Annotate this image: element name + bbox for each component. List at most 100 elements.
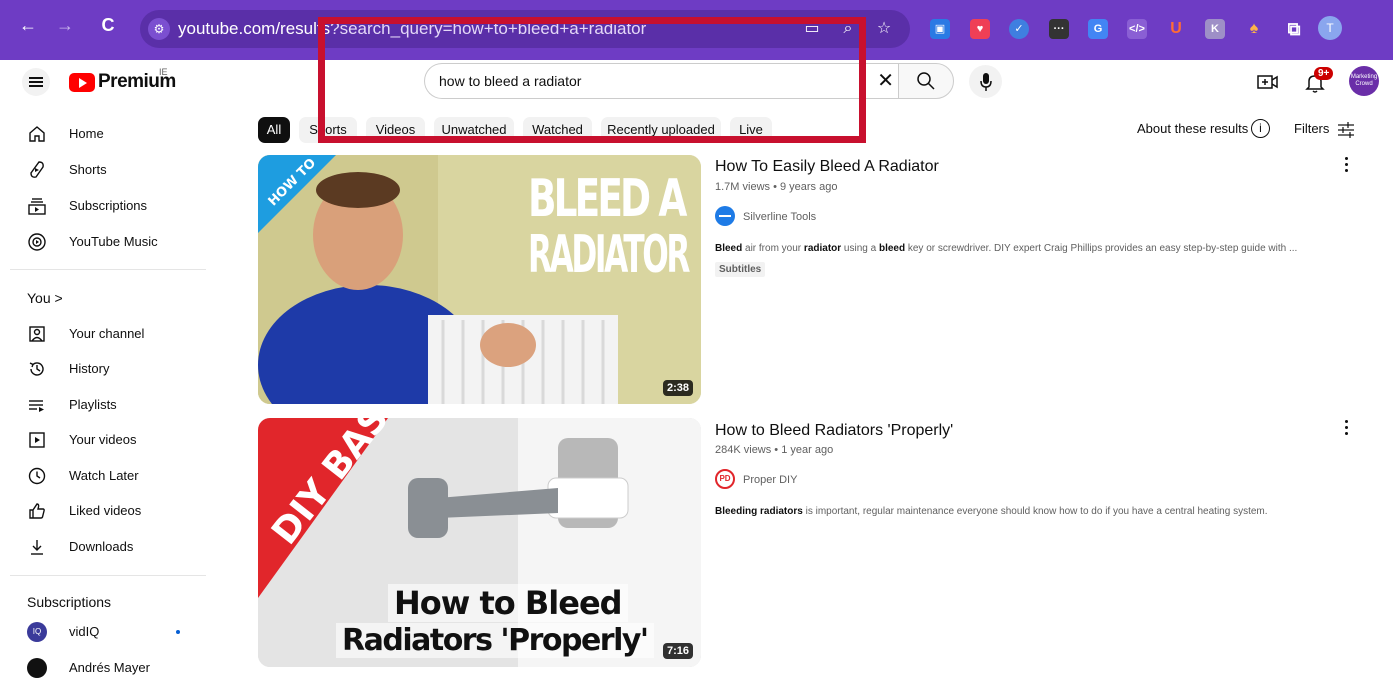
sidebar-item-label: Your channel bbox=[69, 326, 145, 341]
sidebar-item-history[interactable]: History bbox=[0, 353, 220, 385]
channel-avatar[interactable]: PD bbox=[715, 469, 735, 489]
sidebar-item-label: Home bbox=[69, 126, 104, 141]
filters-sliders-icon bbox=[1338, 121, 1355, 138]
sidebar-item-label: Shorts bbox=[69, 162, 107, 177]
extension-dots-icon[interactable]: ··· bbox=[1049, 19, 1069, 39]
sidebar-subscriptions-heading: Subscriptions bbox=[27, 594, 112, 610]
sidebar-item-label: Subscriptions bbox=[69, 198, 148, 213]
channel-icon bbox=[29, 326, 45, 342]
sidebar-item-shorts[interactable]: Shorts bbox=[0, 154, 220, 186]
channel-logo-stripe bbox=[719, 215, 731, 217]
chip-watched[interactable]: Watched bbox=[523, 117, 592, 143]
site-settings-icon[interactable]: ⚙ bbox=[148, 18, 170, 40]
sidebar-subscription-channel[interactable]: Andrés Mayer bbox=[0, 652, 220, 684]
chip-all[interactable]: All bbox=[258, 117, 290, 143]
chip-videos[interactable]: Videos bbox=[366, 117, 425, 143]
extension-1-icon[interactable]: ▣ bbox=[930, 19, 950, 39]
video-title[interactable]: How to Bleed Radiators 'Properly' bbox=[715, 422, 953, 440]
menu-hamburger-icon[interactable] bbox=[22, 68, 50, 96]
thumbnail-headline-line1: BLEED A bbox=[528, 169, 687, 229]
more-actions-icon[interactable] bbox=[1340, 418, 1352, 438]
sidebar-item-label: vidIQ bbox=[69, 624, 100, 639]
sidebar-item-your-videos[interactable]: Your videos bbox=[0, 424, 220, 456]
chip-live[interactable]: Live bbox=[730, 117, 772, 143]
watch-later-icon bbox=[28, 467, 46, 485]
sidebar-item-label: Playlists bbox=[69, 397, 117, 412]
sidebar-divider bbox=[10, 269, 206, 270]
sidebar-item-watch-later[interactable]: Watch Later bbox=[0, 460, 220, 492]
extension-flame-icon[interactable]: ♠ bbox=[1244, 19, 1264, 39]
sidebar-item-subscriptions[interactable]: Subscriptions bbox=[0, 190, 220, 222]
address-bar[interactable]: ⚙ youtube.com/results?search_query=how+t… bbox=[140, 10, 910, 48]
history-icon bbox=[29, 362, 44, 376]
chevron-right-icon: > bbox=[54, 290, 63, 306]
extension-code-icon[interactable]: </> bbox=[1127, 19, 1147, 39]
extension-pocket-icon[interactable]: ♥ bbox=[970, 19, 990, 39]
notification-badge: 9+ bbox=[1314, 67, 1334, 80]
back-arrow-icon[interactable]: ← bbox=[16, 13, 40, 37]
cast-icon[interactable]: ▭ bbox=[802, 19, 822, 39]
channel-name[interactable]: Proper DIY bbox=[743, 474, 797, 486]
video-thumbnail[interactable]: DIY BASICS How to Bleed Radiators 'Prope… bbox=[258, 418, 701, 667]
extension-k-icon[interactable]: K bbox=[1205, 19, 1225, 39]
microphone-icon bbox=[980, 73, 992, 91]
about-these-results-link[interactable]: About these results bbox=[1137, 121, 1248, 136]
video-duration: 7:16 bbox=[662, 643, 693, 659]
account-avatar[interactable]: Marketing Crowd bbox=[1349, 66, 1379, 96]
url-text[interactable]: youtube.com/results?search_query=how+to+… bbox=[178, 19, 646, 39]
new-content-dot bbox=[176, 630, 180, 634]
clear-search-icon[interactable]: ✕ bbox=[877, 69, 894, 93]
sidebar-item-playlists[interactable]: Playlists bbox=[0, 389, 220, 421]
sidebar-item-label: Your videos bbox=[69, 432, 137, 447]
voice-search-button[interactable] bbox=[969, 65, 1002, 98]
search-icon bbox=[917, 72, 935, 90]
create-video-icon[interactable] bbox=[1256, 70, 1280, 94]
extension-u-icon[interactable]: U bbox=[1166, 19, 1186, 39]
channel-avatar bbox=[27, 658, 47, 678]
browser-profile-avatar[interactable]: T bbox=[1318, 16, 1342, 40]
video-thumbnail[interactable]: HOW TO BLEED A RADIATOR 2:38 bbox=[258, 155, 701, 404]
reload-icon[interactable]: C bbox=[96, 13, 120, 37]
sidebar-item-label: Liked videos bbox=[69, 503, 142, 518]
sidebar-you-heading[interactable]: You > bbox=[27, 290, 63, 306]
chip-unwatched[interactable]: Unwatched bbox=[434, 117, 514, 143]
liked-videos-icon bbox=[29, 503, 45, 519]
more-actions-icon[interactable] bbox=[1340, 155, 1352, 175]
channel-avatar[interactable] bbox=[715, 206, 735, 226]
filters-label: Filters bbox=[1294, 121, 1330, 136]
video-duration: 2:38 bbox=[662, 380, 693, 396]
sidebar-item-liked-videos[interactable]: Liked videos bbox=[0, 495, 220, 527]
info-icon[interactable]: i bbox=[1251, 119, 1270, 138]
video-description: Bleeding radiators is important, regular… bbox=[715, 506, 1268, 517]
forward-arrow-icon[interactable]: → bbox=[53, 13, 77, 37]
extension-translate-icon[interactable]: G bbox=[1088, 19, 1108, 39]
video-metadata: 284K views • 1 year ago bbox=[715, 444, 834, 456]
browser-toolbar: ← → C ⚙ youtube.com/results?search_query… bbox=[0, 0, 1393, 60]
zoom-icon[interactable]: ⌕ bbox=[838, 19, 858, 39]
search-button[interactable] bbox=[898, 63, 954, 99]
video-title[interactable]: How To Easily Bleed A Radiator bbox=[715, 158, 939, 176]
extension-shield-icon[interactable]: ✓ bbox=[1009, 19, 1029, 39]
channel-name[interactable]: Silverline Tools bbox=[743, 211, 816, 223]
vidiq-avatar: IQ bbox=[27, 622, 47, 642]
filters-button[interactable]: Filters bbox=[1294, 121, 1355, 138]
sidebar-item-youtube-music[interactable]: YouTube Music bbox=[0, 226, 220, 258]
chip-shorts[interactable]: Shorts bbox=[299, 117, 357, 143]
search-input[interactable]: how to bleed a radiator ✕ bbox=[424, 63, 898, 99]
bookmark-star-icon[interactable]: ☆ bbox=[874, 19, 894, 39]
playlists-icon bbox=[29, 400, 44, 412]
thumbnail-headline-line2: Radiators 'Properly' bbox=[336, 623, 654, 658]
search-input-value[interactable]: how to bleed a radiator bbox=[439, 73, 581, 89]
subscriptions-icon bbox=[28, 198, 46, 215]
sidebar-item-home[interactable]: Home bbox=[0, 118, 220, 150]
youtube-play-icon bbox=[69, 72, 95, 92]
video-description: Bleed air from your radiator using a ble… bbox=[715, 243, 1298, 254]
sidebar-item-downloads[interactable]: Downloads bbox=[0, 531, 220, 563]
sidebar-subscription-vidiq[interactable]: IQ vidIQ bbox=[0, 616, 220, 648]
your-videos-icon bbox=[29, 432, 45, 448]
chip-recently-uploaded[interactable]: Recently uploaded bbox=[601, 117, 721, 143]
sidebar-item-label: Downloads bbox=[69, 539, 134, 554]
extensions-puzzle-icon[interactable]: ⧉ bbox=[1284, 19, 1304, 39]
sidebar-item-label: Andrés Mayer bbox=[69, 660, 150, 675]
sidebar-item-your-channel[interactable]: Your channel bbox=[0, 318, 220, 350]
